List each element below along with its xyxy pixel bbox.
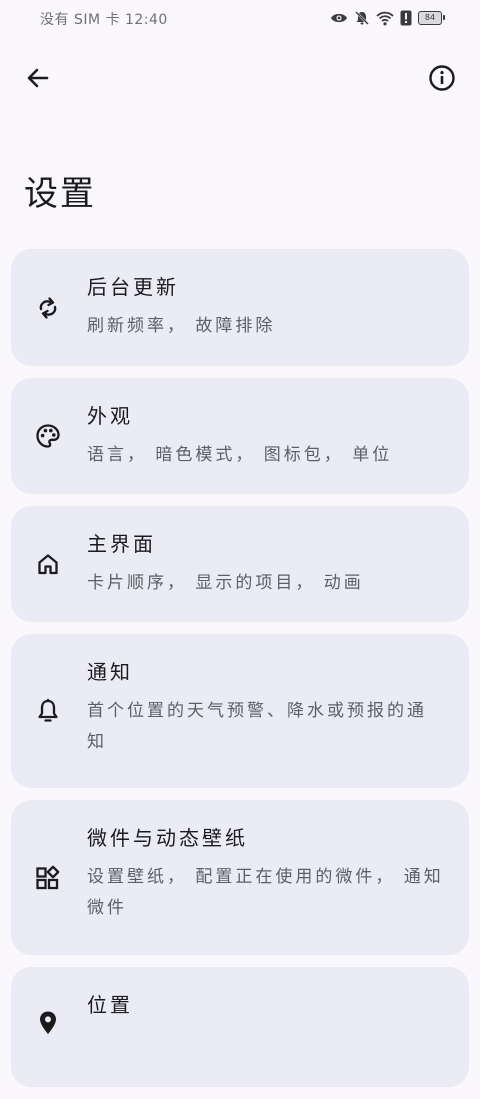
top-app-bar bbox=[0, 56, 480, 104]
settings-item-appearance[interactable]: 外观 语言， 暗色模式， 图标包， 单位 bbox=[11, 378, 469, 494]
arrow-back-icon bbox=[25, 65, 51, 95]
settings-item-subtitle: 刷新频率， 故障排除 bbox=[87, 316, 276, 336]
settings-item-main-screen[interactable]: 主界面 卡片顺序， 显示的项目， 动画 bbox=[11, 506, 469, 622]
bell-icon bbox=[35, 698, 61, 724]
page-title: 设置 bbox=[24, 174, 96, 214]
info-icon bbox=[428, 64, 456, 96]
battery-icon: 84 bbox=[418, 11, 445, 25]
settings-list: 后台更新 刷新频率， 故障排除 外观 语言， 暗色模式， 图标包， 单位 主界面… bbox=[11, 249, 469, 1099]
settings-item-subtitle: 首个位置的天气预警、降水或预报的通知 bbox=[87, 701, 427, 752]
settings-item-notifications[interactable]: 通知 首个位置的天气预警、降水或预报的通知 bbox=[11, 634, 469, 788]
settings-item-subtitle: 设置壁纸， 配置正在使用的微件， 通知微件 bbox=[87, 867, 444, 918]
location-icon bbox=[35, 1010, 61, 1036]
palette-icon bbox=[35, 423, 61, 449]
settings-item-title: 通知 bbox=[87, 660, 133, 684]
battery-level: 84 bbox=[424, 13, 436, 22]
settings-item-title: 后台更新 bbox=[87, 275, 179, 299]
mute-icon bbox=[354, 10, 370, 26]
widgets-icon bbox=[35, 865, 61, 891]
refresh-icon bbox=[35, 295, 61, 321]
status-icons: 84 bbox=[330, 9, 445, 27]
settings-item-title: 外观 bbox=[87, 404, 133, 428]
settings-item-title: 微件与动态壁纸 bbox=[87, 826, 248, 850]
settings-item-title: 主界面 bbox=[87, 532, 156, 556]
alert-icon bbox=[400, 10, 412, 26]
status-text: 没有 SIM 卡 12:40 bbox=[40, 12, 168, 28]
settings-item-subtitle: 语言， 暗色模式， 图标包， 单位 bbox=[87, 445, 393, 465]
settings-item-location[interactable]: 位置 bbox=[11, 967, 469, 1087]
settings-item-background-updates[interactable]: 后台更新 刷新频率， 故障排除 bbox=[11, 249, 469, 366]
settings-item-widgets-wallpaper[interactable]: 微件与动态壁纸 设置壁纸， 配置正在使用的微件， 通知微件 bbox=[11, 800, 469, 955]
home-icon bbox=[35, 551, 61, 577]
back-button[interactable] bbox=[16, 58, 60, 102]
settings-item-subtitle: 卡片顺序， 显示的项目， 动画 bbox=[87, 573, 364, 593]
eye-icon bbox=[330, 11, 348, 25]
status-bar: 没有 SIM 卡 12:40 84 bbox=[0, 0, 480, 36]
wifi-icon bbox=[376, 11, 394, 26]
settings-item-title: 位置 bbox=[87, 993, 133, 1017]
info-button[interactable] bbox=[420, 58, 464, 102]
